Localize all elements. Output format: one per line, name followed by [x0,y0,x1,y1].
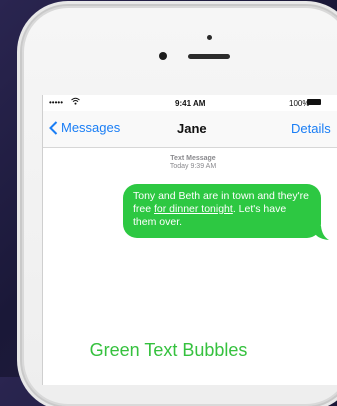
message-timestamp: Today 9:39 AM [169,163,217,170]
bubble-tail [315,226,329,240]
detected-date-link[interactable]: for dinner tonight [154,203,233,215]
battery-icon [307,99,321,105]
message-type: Text Message [170,155,216,162]
wifi-icon [71,97,80,107]
front-camera [159,52,167,60]
signal-strength: ••••• [49,98,64,107]
message-bubble[interactable]: Tony and Beth are in town and they're fr… [123,184,321,238]
sensor-dot [207,35,212,40]
earpiece-speaker [188,54,230,59]
back-button[interactable]: Messages [49,120,120,135]
contact-name: Jane [177,121,207,136]
message-meta: Text Message Today 9:39 AM [43,155,337,171]
chevron-left-icon [49,120,58,135]
navigation-bar: Messages Jane Details [43,111,337,148]
caption: Green Text Bubbles [89,340,248,360]
status-bar: ••••• 9:41 AM 100% [43,95,337,111]
back-label: Messages [61,120,121,135]
details-button[interactable]: Details [291,121,331,136]
status-time: 9:41 AM [175,99,206,108]
